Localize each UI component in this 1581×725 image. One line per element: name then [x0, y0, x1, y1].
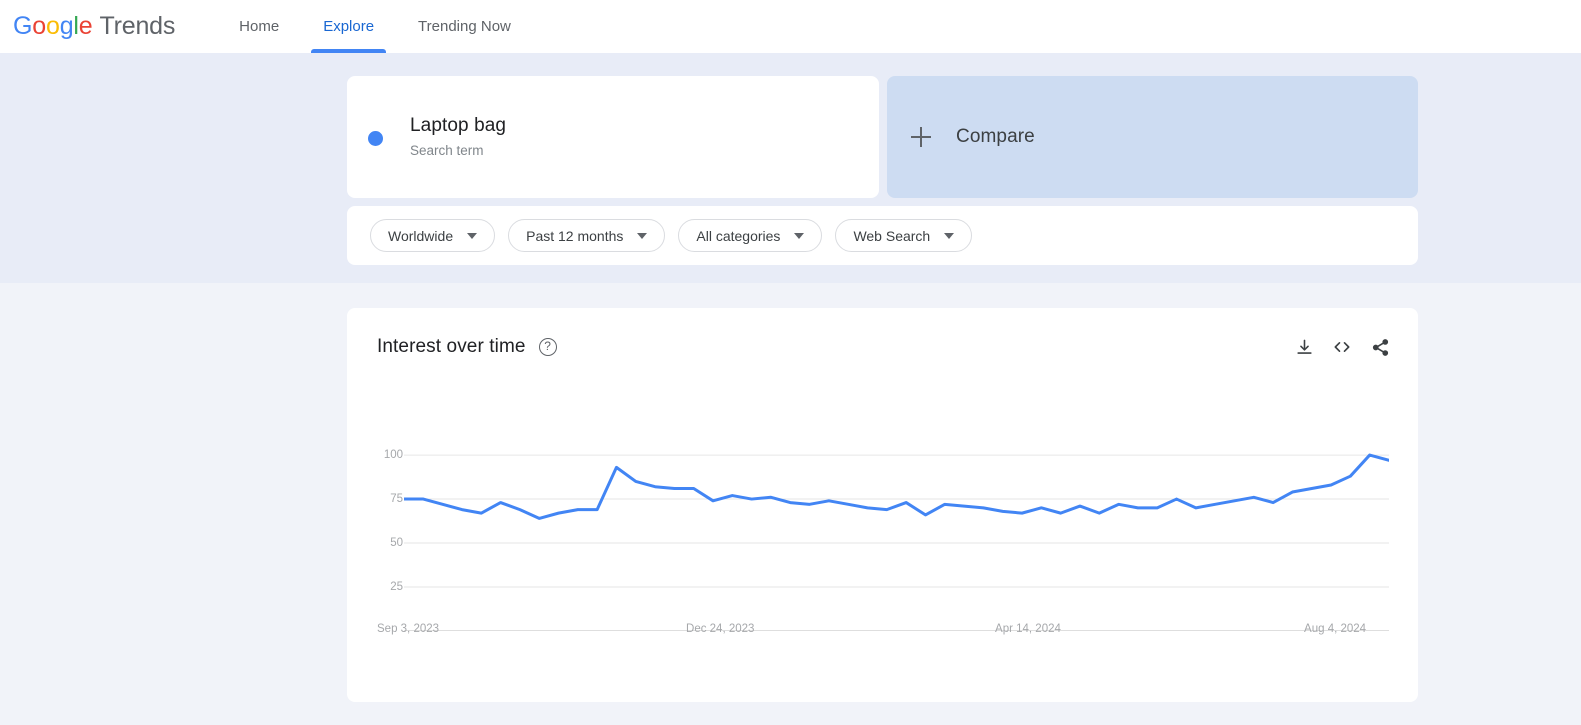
x-axis-tick-label: Aug 4, 2024 — [1304, 623, 1367, 635]
nav-item-trending-now[interactable]: Trending Now — [406, 0, 523, 53]
x-axis-tick-label: Dec 24, 2023 — [686, 623, 755, 635]
compare-label: Compare — [956, 126, 1035, 147]
chart-actions — [1278, 335, 1392, 359]
series-line — [404, 455, 1389, 518]
search-term-subtitle: Search term — [410, 143, 484, 158]
help-icon[interactable]: ? — [538, 338, 557, 356]
download-icon[interactable] — [1292, 335, 1316, 359]
compare-button[interactable]: Compare — [887, 76, 1418, 198]
filter-category-label: All categories — [696, 227, 781, 244]
nav-item-home[interactable]: Home — [227, 0, 291, 53]
filter-search-type[interactable]: Web Search — [835, 219, 973, 252]
search-term-card[interactable]: Laptop bag Search term — [347, 76, 879, 198]
y-axis-tick-label: 25 — [390, 581, 403, 594]
search-term-title: Laptop bag — [410, 115, 507, 136]
filter-category[interactable]: All categories — [678, 219, 823, 252]
y-axis-labels: 25 50 75 100 — [371, 433, 403, 638]
y-axis-tick-label: 50 — [390, 537, 403, 550]
filter-search-type-label: Web Search — [853, 227, 931, 244]
x-axis-tick-label: Apr 14, 2024 — [995, 623, 1061, 635]
search-term-text: Laptop bag Search term — [410, 114, 506, 160]
chevron-down-icon — [467, 232, 478, 239]
filter-time-range[interactable]: Past 12 months — [508, 219, 666, 252]
series-color-dot — [368, 130, 383, 146]
x-axis-labels: Sep 3, 2023 Dec 24, 2023 Apr 14, 2024 Aug 4… — [377, 623, 1387, 643]
chart-title-wrap: Interest over time ? — [377, 336, 557, 358]
share-icon[interactable] — [1368, 335, 1392, 359]
chart-header: Interest over time ? — [377, 335, 1392, 359]
main-nav: Home Explore Trending Now — [227, 0, 543, 53]
plus-icon — [911, 127, 931, 147]
query-row: Laptop bag Search term Compare — [347, 76, 1418, 198]
interest-over-time-line-chart — [404, 441, 1389, 631]
embed-icon[interactable] — [1330, 335, 1354, 359]
chevron-down-icon — [944, 232, 955, 239]
chevron-down-icon — [637, 232, 648, 239]
interest-over-time-card: Interest over time ? 25 50 75 100 Sep 3,… — [347, 308, 1418, 702]
google-trends-logo[interactable]: Google Trends — [13, 12, 175, 41]
trends-wordmark: Trends — [99, 12, 176, 40]
app-header: Google Trends Home Explore Trending Now — [0, 0, 1581, 53]
chart-title: Interest over time — [377, 336, 526, 357]
chart-plot-area — [404, 441, 1389, 631]
filter-bar: Worldwide Past 12 months All categories … — [347, 206, 1418, 265]
filter-location[interactable]: Worldwide — [370, 219, 496, 252]
y-axis-tick-label: 75 — [390, 493, 403, 506]
chevron-down-icon — [794, 232, 805, 239]
filter-time-range-label: Past 12 months — [526, 227, 624, 244]
google-wordmark: Google — [13, 12, 93, 40]
google-trends-page: Google Trends Home Explore Trending Now … — [0, 0, 1581, 725]
y-axis-tick-label: 100 — [383, 449, 403, 462]
x-axis-tick-label: Sep 3, 2023 — [377, 623, 440, 635]
filter-location-label: Worldwide — [388, 227, 454, 244]
nav-item-explore[interactable]: Explore — [311, 0, 386, 53]
